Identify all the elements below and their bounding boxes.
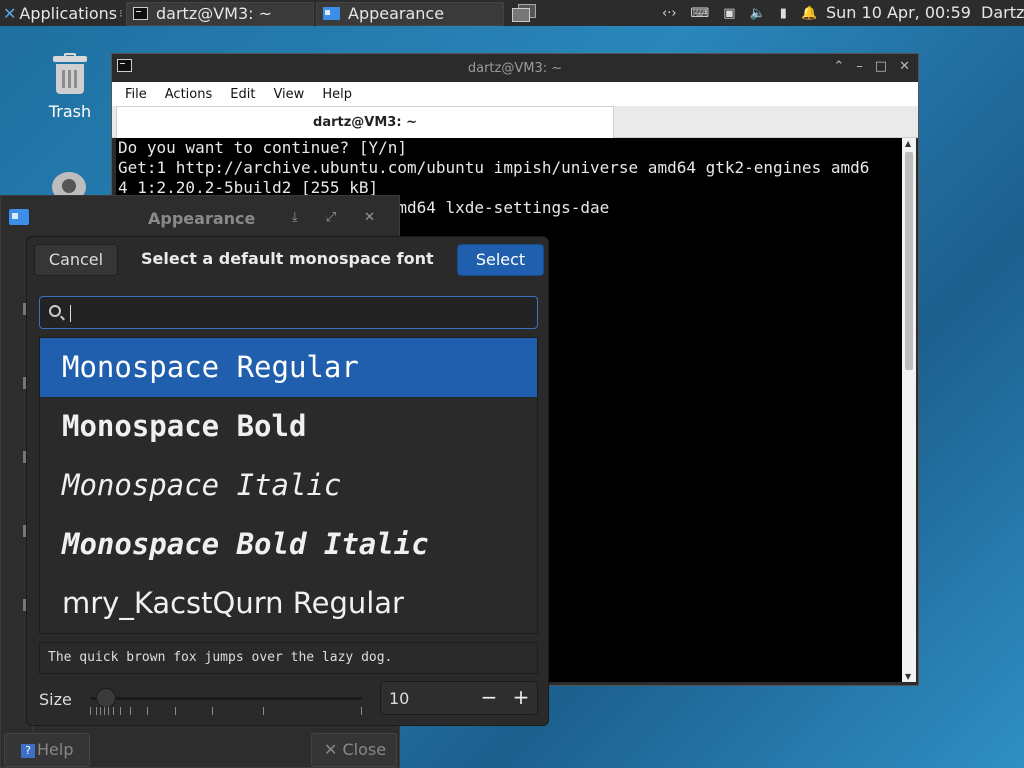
maximize-icon[interactable]: ⤢ [326,210,336,225]
window-title: dartz@VM3: ~ [467,61,563,76]
applications-menu[interactable]: ✕ Applications ⁝ [0,0,123,26]
font-list-item[interactable]: Monospace Bold Italic [40,515,537,574]
search-icon [49,305,61,317]
select-button[interactable]: Select [457,244,544,276]
user-menu[interactable]: Dartz [981,3,1024,22]
font-preview-text[interactable]: The quick brown fox jumps over the lazy … [39,642,538,674]
terminal-tab[interactable]: dartz@VM3: ~ [116,106,614,138]
font-chooser-dialog: Cancel Select a default monospace font S… [26,236,549,726]
scroll-up-icon[interactable]: ▲ [905,139,911,148]
font-list: Monospace Regular Monospace Bold Monospa… [39,337,538,634]
appearance-icon [9,209,29,225]
display-icon[interactable]: ▣ [723,6,735,21]
window-title: Appearance [148,209,256,228]
volume-icon[interactable]: 🔈 [750,6,766,21]
taskbar-item-appearance[interactable]: Appearance [316,1,504,26]
appearance-titlebar[interactable]: Appearance ⤓ ⤢ ✕ [1,196,399,240]
notification-bell-icon[interactable]: 🔔 [801,6,817,21]
close-icon: ✕ [324,740,338,759]
xfce-logo-icon: ✕ [3,3,17,23]
workspace-switcher-icon[interactable] [512,4,542,24]
system-tray: ‹·› ⌨ ▣ 🔈 ▮ 🔔 [662,0,817,26]
close-button[interactable]: ✕ Close [311,733,397,767]
close-icon[interactable]: ✕ [364,210,375,225]
terminal-menubar: File Actions Edit View Help [112,82,918,106]
appearance-icon [323,7,340,20]
terminal-scrollbar[interactable]: ▲ ▼ [902,138,916,682]
size-spinbutton: 10 − + [380,681,538,715]
appearance-footer: ? Help ✕ Close [1,732,401,768]
terminal-tabbar: dartz@VM3: ~ [112,106,918,138]
menu-view[interactable]: View [273,87,304,102]
taskbar-item-label: dartz@VM3: ~ [156,4,273,23]
trash-icon [53,53,87,94]
menu-help[interactable]: Help [322,87,352,102]
taskbar-item-label: Appearance [348,4,445,23]
dialog-title: Select a default monospace font [141,249,434,268]
terminal-line: Do you want to continue? [Y/n] [118,138,407,157]
scrollbar-thumb[interactable] [905,152,913,370]
size-slider[interactable] [90,688,362,717]
slider-handle[interactable] [96,688,116,708]
terminal-titlebar[interactable]: dartz@VM3: ~ ⌃ – □ ✕ [112,54,918,82]
minimize-icon[interactable]: ⤓ [292,210,298,225]
cancel-button[interactable]: Cancel [34,244,118,276]
font-search-field[interactable] [39,296,538,329]
minimize-icon[interactable]: – [856,59,863,74]
menu-actions[interactable]: Actions [165,87,213,102]
help-icon: ? [21,744,35,758]
desktop-icon-trash[interactable]: Trash [40,53,100,121]
font-list-item[interactable]: Monospace Regular [40,338,537,397]
terminal-line: Get:1 http://archive.ubuntu.com/ubuntu i… [118,158,870,177]
search-input[interactable] [74,301,524,325]
font-list-item[interactable]: Monospace Bold [40,397,537,456]
network-icon[interactable]: ‹·› [662,6,677,21]
close-icon[interactable]: ✕ [899,59,910,74]
help-button[interactable]: ? Help [4,733,90,767]
size-value[interactable]: 10 [389,689,409,708]
clock[interactable]: Sun 10 Apr, 00:59 [826,3,971,22]
scroll-down-icon[interactable]: ▼ [905,672,911,681]
applications-label: Applications [19,3,118,23]
desktop-icon-label: Trash [48,102,92,121]
increase-size-button[interactable]: + [509,685,533,709]
menu-separator-icon: ⁝ [119,6,123,20]
decrease-size-button[interactable]: − [477,685,501,709]
dialog-header: Cancel Select a default monospace font S… [27,237,548,283]
font-list-item[interactable]: Monospace Italic [40,456,537,515]
menu-file[interactable]: File [125,87,147,102]
battery-icon[interactable]: ▮ [780,6,787,21]
font-list-item[interactable]: mry_KacstQurn Regular [40,574,537,633]
terminal-icon [133,7,148,20]
menu-edit[interactable]: Edit [230,87,255,102]
top-panel: ✕ Applications ⁝ dartz@VM3: ~ Appearance… [0,0,1024,26]
shade-icon[interactable]: ⌃ [833,59,844,74]
taskbar-item-terminal[interactable]: dartz@VM3: ~ [126,1,314,26]
keyboard-icon[interactable]: ⌨ [691,6,710,21]
slider-track[interactable] [90,697,362,700]
maximize-icon[interactable]: □ [875,59,887,74]
size-label: Size [39,690,72,709]
